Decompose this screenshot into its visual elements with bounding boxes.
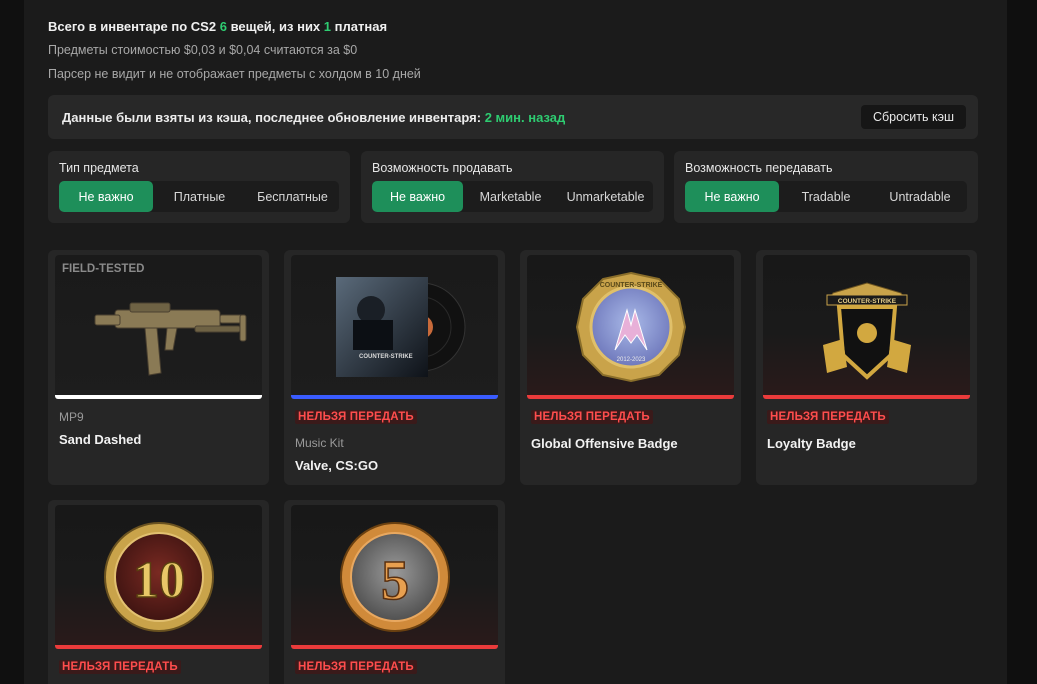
mp9-smg-icon xyxy=(94,302,247,376)
segmented-control: Не важно Платные Бесплатные xyxy=(59,181,339,212)
item-card[interactable]: FIELD-TESTED MP9 Sand Dashed xyxy=(48,250,269,485)
item-image: FIELD-TESTED xyxy=(55,255,262,397)
summary-line: Всего в инвентаре по CS2 6 вещей, из них… xyxy=(48,16,421,38)
item-type: MP9 xyxy=(59,410,84,424)
item-name: Valve, CS:GO xyxy=(295,458,379,473)
global-offensive-badge-icon: COUNTER-STRIKE 2012-2023 xyxy=(575,271,687,383)
option-any[interactable]: Не важно xyxy=(372,181,463,212)
item-card[interactable]: COUNTER-STRIKE НЕЛЬЗЯ ПЕРЕДАТЬ Loyalty B… xyxy=(756,250,977,485)
item-type: Music Kit xyxy=(295,436,344,450)
music-kit-icon: COUNTER-STRIKE xyxy=(336,277,466,377)
item-name: Loyalty Badge xyxy=(767,436,856,451)
paid-count: 1 xyxy=(323,19,332,34)
rarity-bar xyxy=(763,395,970,399)
item-card[interactable]: COUNTER-STRIKE НЕЛЬЗЯ ПЕРЕДАТЬ Music Kit… xyxy=(284,250,505,485)
item-image: 5 xyxy=(291,505,498,647)
five-year-coin-icon: 5 xyxy=(340,522,450,632)
note-price: Предметы стоимостью $0,03 и $0,04 считаю… xyxy=(48,43,358,57)
coin-number: 10 xyxy=(133,552,185,609)
summary-suffix: платная xyxy=(334,19,388,34)
summary-middle: вещей, из них xyxy=(230,19,321,34)
untradable-badge: НЕЛЬЗЯ ПЕРЕДАТЬ xyxy=(767,410,889,424)
summary-prefix: Всего в инвентаре по CS2 xyxy=(48,19,217,34)
item-card[interactable]: 5 НЕЛЬЗЯ ПЕРЕДАТЬ xyxy=(284,500,505,684)
segmented-control: Не важно Marketable Unmarketable xyxy=(372,181,653,212)
option-free[interactable]: Бесплатные xyxy=(246,181,339,212)
option-marketable[interactable]: Marketable xyxy=(463,181,558,212)
rarity-bar xyxy=(527,395,734,399)
item-image: 10 xyxy=(55,505,262,647)
item-image: COUNTER-STRIKE 2012-2023 xyxy=(527,255,734,397)
filter-title: Тип предмета xyxy=(59,161,139,175)
filter-marketable: Возможность продавать Не важно Marketabl… xyxy=(361,151,664,223)
option-any[interactable]: Не важно xyxy=(685,181,779,212)
total-count: 6 xyxy=(219,19,227,34)
rarity-bar xyxy=(291,645,498,649)
option-unmarketable[interactable]: Unmarketable xyxy=(558,181,653,212)
filter-item-type: Тип предмета Не важно Платные Бесплатные xyxy=(48,151,350,223)
item-image: COUNTER-STRIKE xyxy=(763,255,970,397)
option-tradable[interactable]: Tradable xyxy=(779,181,873,212)
item-name: Sand Dashed xyxy=(59,432,142,447)
item-image: COUNTER-STRIKE xyxy=(291,255,498,397)
wear-label: FIELD-TESTED xyxy=(62,263,145,275)
untradable-badge: НЕЛЬЗЯ ПЕРЕДАТЬ xyxy=(295,660,417,674)
inventory-panel: Всего в инвентаре по CS2 6 вещей, из них… xyxy=(24,0,1007,684)
untradable-badge: НЕЛЬЗЯ ПЕРЕДАТЬ xyxy=(531,410,653,424)
filter-tradable: Возможность передавать Не важно Tradable… xyxy=(674,151,978,223)
option-untradable[interactable]: Untradable xyxy=(873,181,967,212)
option-any[interactable]: Не важно xyxy=(59,181,153,212)
item-card[interactable]: 10 НЕЛЬЗЯ ПЕРЕДАТЬ xyxy=(48,500,269,684)
svg-text:COUNTER-STRIKE: COUNTER-STRIKE xyxy=(359,354,413,360)
inventory-summary: Всего в инвентаре по CS2 6 вещей, из них… xyxy=(48,16,421,86)
badge-inscription: COUNTER-STRIKE xyxy=(838,298,897,305)
cache-age: 2 мин. назад xyxy=(484,109,566,125)
left-gutter xyxy=(0,0,24,684)
filter-title: Возможность передавать xyxy=(685,161,833,175)
badge-years: 2012-2023 xyxy=(617,357,646,363)
badge-inscription: COUNTER-STRIKE xyxy=(600,282,663,289)
right-gutter xyxy=(1007,0,1037,684)
untradable-badge: НЕЛЬЗЯ ПЕРЕДАТЬ xyxy=(59,660,181,674)
untradable-badge: НЕЛЬЗЯ ПЕРЕДАТЬ xyxy=(295,410,417,424)
item-name: Global Offensive Badge xyxy=(531,436,678,451)
filter-title: Возможность продавать xyxy=(372,161,513,175)
rarity-bar xyxy=(291,395,498,399)
cache-message: Данные были взяты из кэша, последнее обн… xyxy=(62,109,482,125)
rarity-bar xyxy=(55,645,262,649)
segmented-control: Не важно Tradable Untradable xyxy=(685,181,967,212)
rarity-bar xyxy=(55,395,262,399)
item-card[interactable]: COUNTER-STRIKE 2012-2023 НЕЛЬЗЯ ПЕРЕДАТЬ… xyxy=(520,250,741,485)
note-hold: Парсер не видит и не отображает предметы… xyxy=(48,67,421,81)
loyalty-badge-icon: COUNTER-STRIKE xyxy=(823,282,911,380)
cache-text: Данные были взяты из кэша, последнее обн… xyxy=(62,110,565,125)
option-paid[interactable]: Платные xyxy=(153,181,246,212)
coin-number: 5 xyxy=(381,550,409,612)
ten-year-coin-icon: 10 xyxy=(104,522,214,632)
cache-notice: Данные были взяты из кэша, последнее обн… xyxy=(48,95,978,139)
reset-cache-button[interactable]: Сбросить кэш xyxy=(860,105,966,129)
